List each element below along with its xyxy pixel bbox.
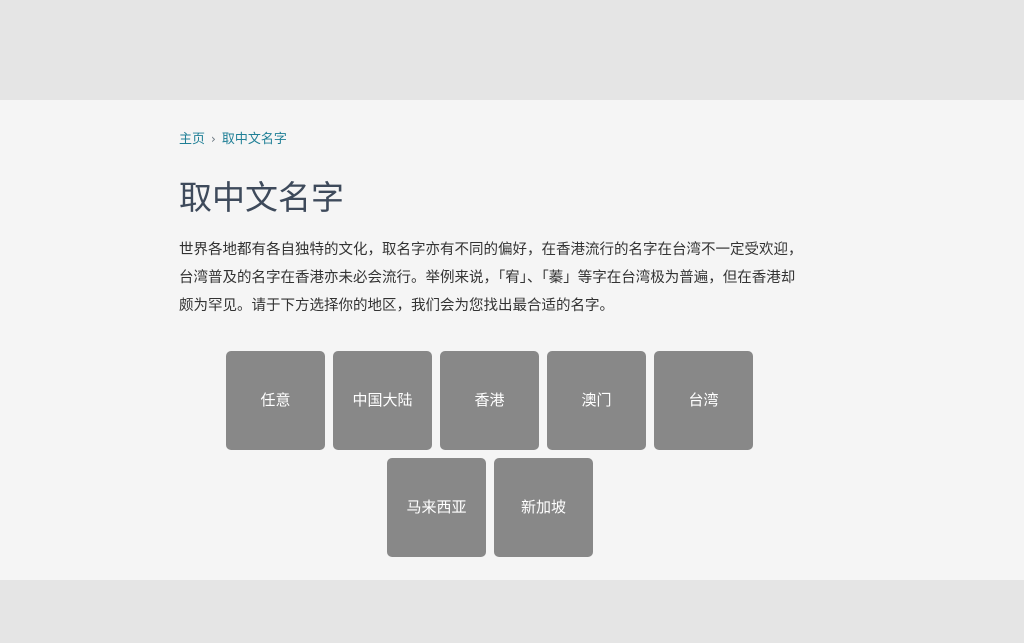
region-button-hongkong[interactable]: 香港 bbox=[440, 351, 539, 450]
region-button-label: 中国大陆 bbox=[352, 391, 413, 409]
top-band bbox=[0, 0, 1024, 100]
region-button-label: 任意 bbox=[260, 391, 291, 409]
region-button-label: 香港 bbox=[474, 391, 505, 409]
breadcrumb-current-link[interactable]: 取中文名字 bbox=[222, 132, 287, 147]
region-button-mainland[interactable]: 中国大陆 bbox=[333, 351, 432, 450]
region-button-singapore[interactable]: 新加坡 bbox=[494, 458, 593, 557]
bottom-band bbox=[0, 580, 1024, 643]
region-button-macau[interactable]: 澳门 bbox=[547, 351, 646, 450]
breadcrumb-home-link[interactable]: 主页 bbox=[179, 132, 205, 147]
breadcrumb-separator: › bbox=[211, 132, 216, 146]
region-button-any[interactable]: 任意 bbox=[226, 351, 325, 450]
page-title: 取中文名字 bbox=[179, 178, 344, 217]
region-button-label: 台湾 bbox=[688, 391, 719, 409]
region-button-taiwan[interactable]: 台湾 bbox=[654, 351, 753, 450]
region-button-label: 马来西亚 bbox=[406, 498, 467, 516]
region-button-label: 澳门 bbox=[581, 391, 612, 409]
region-button-malaysia[interactable]: 马来西亚 bbox=[387, 458, 486, 557]
breadcrumb: 主页 › 取中文名字 bbox=[179, 130, 287, 149]
intro-paragraph: 世界各地都有各自独特的文化，取名字亦有不同的偏好，在香港流行的名字在台湾不一定受… bbox=[179, 242, 803, 314]
region-button-label: 新加坡 bbox=[520, 498, 566, 516]
